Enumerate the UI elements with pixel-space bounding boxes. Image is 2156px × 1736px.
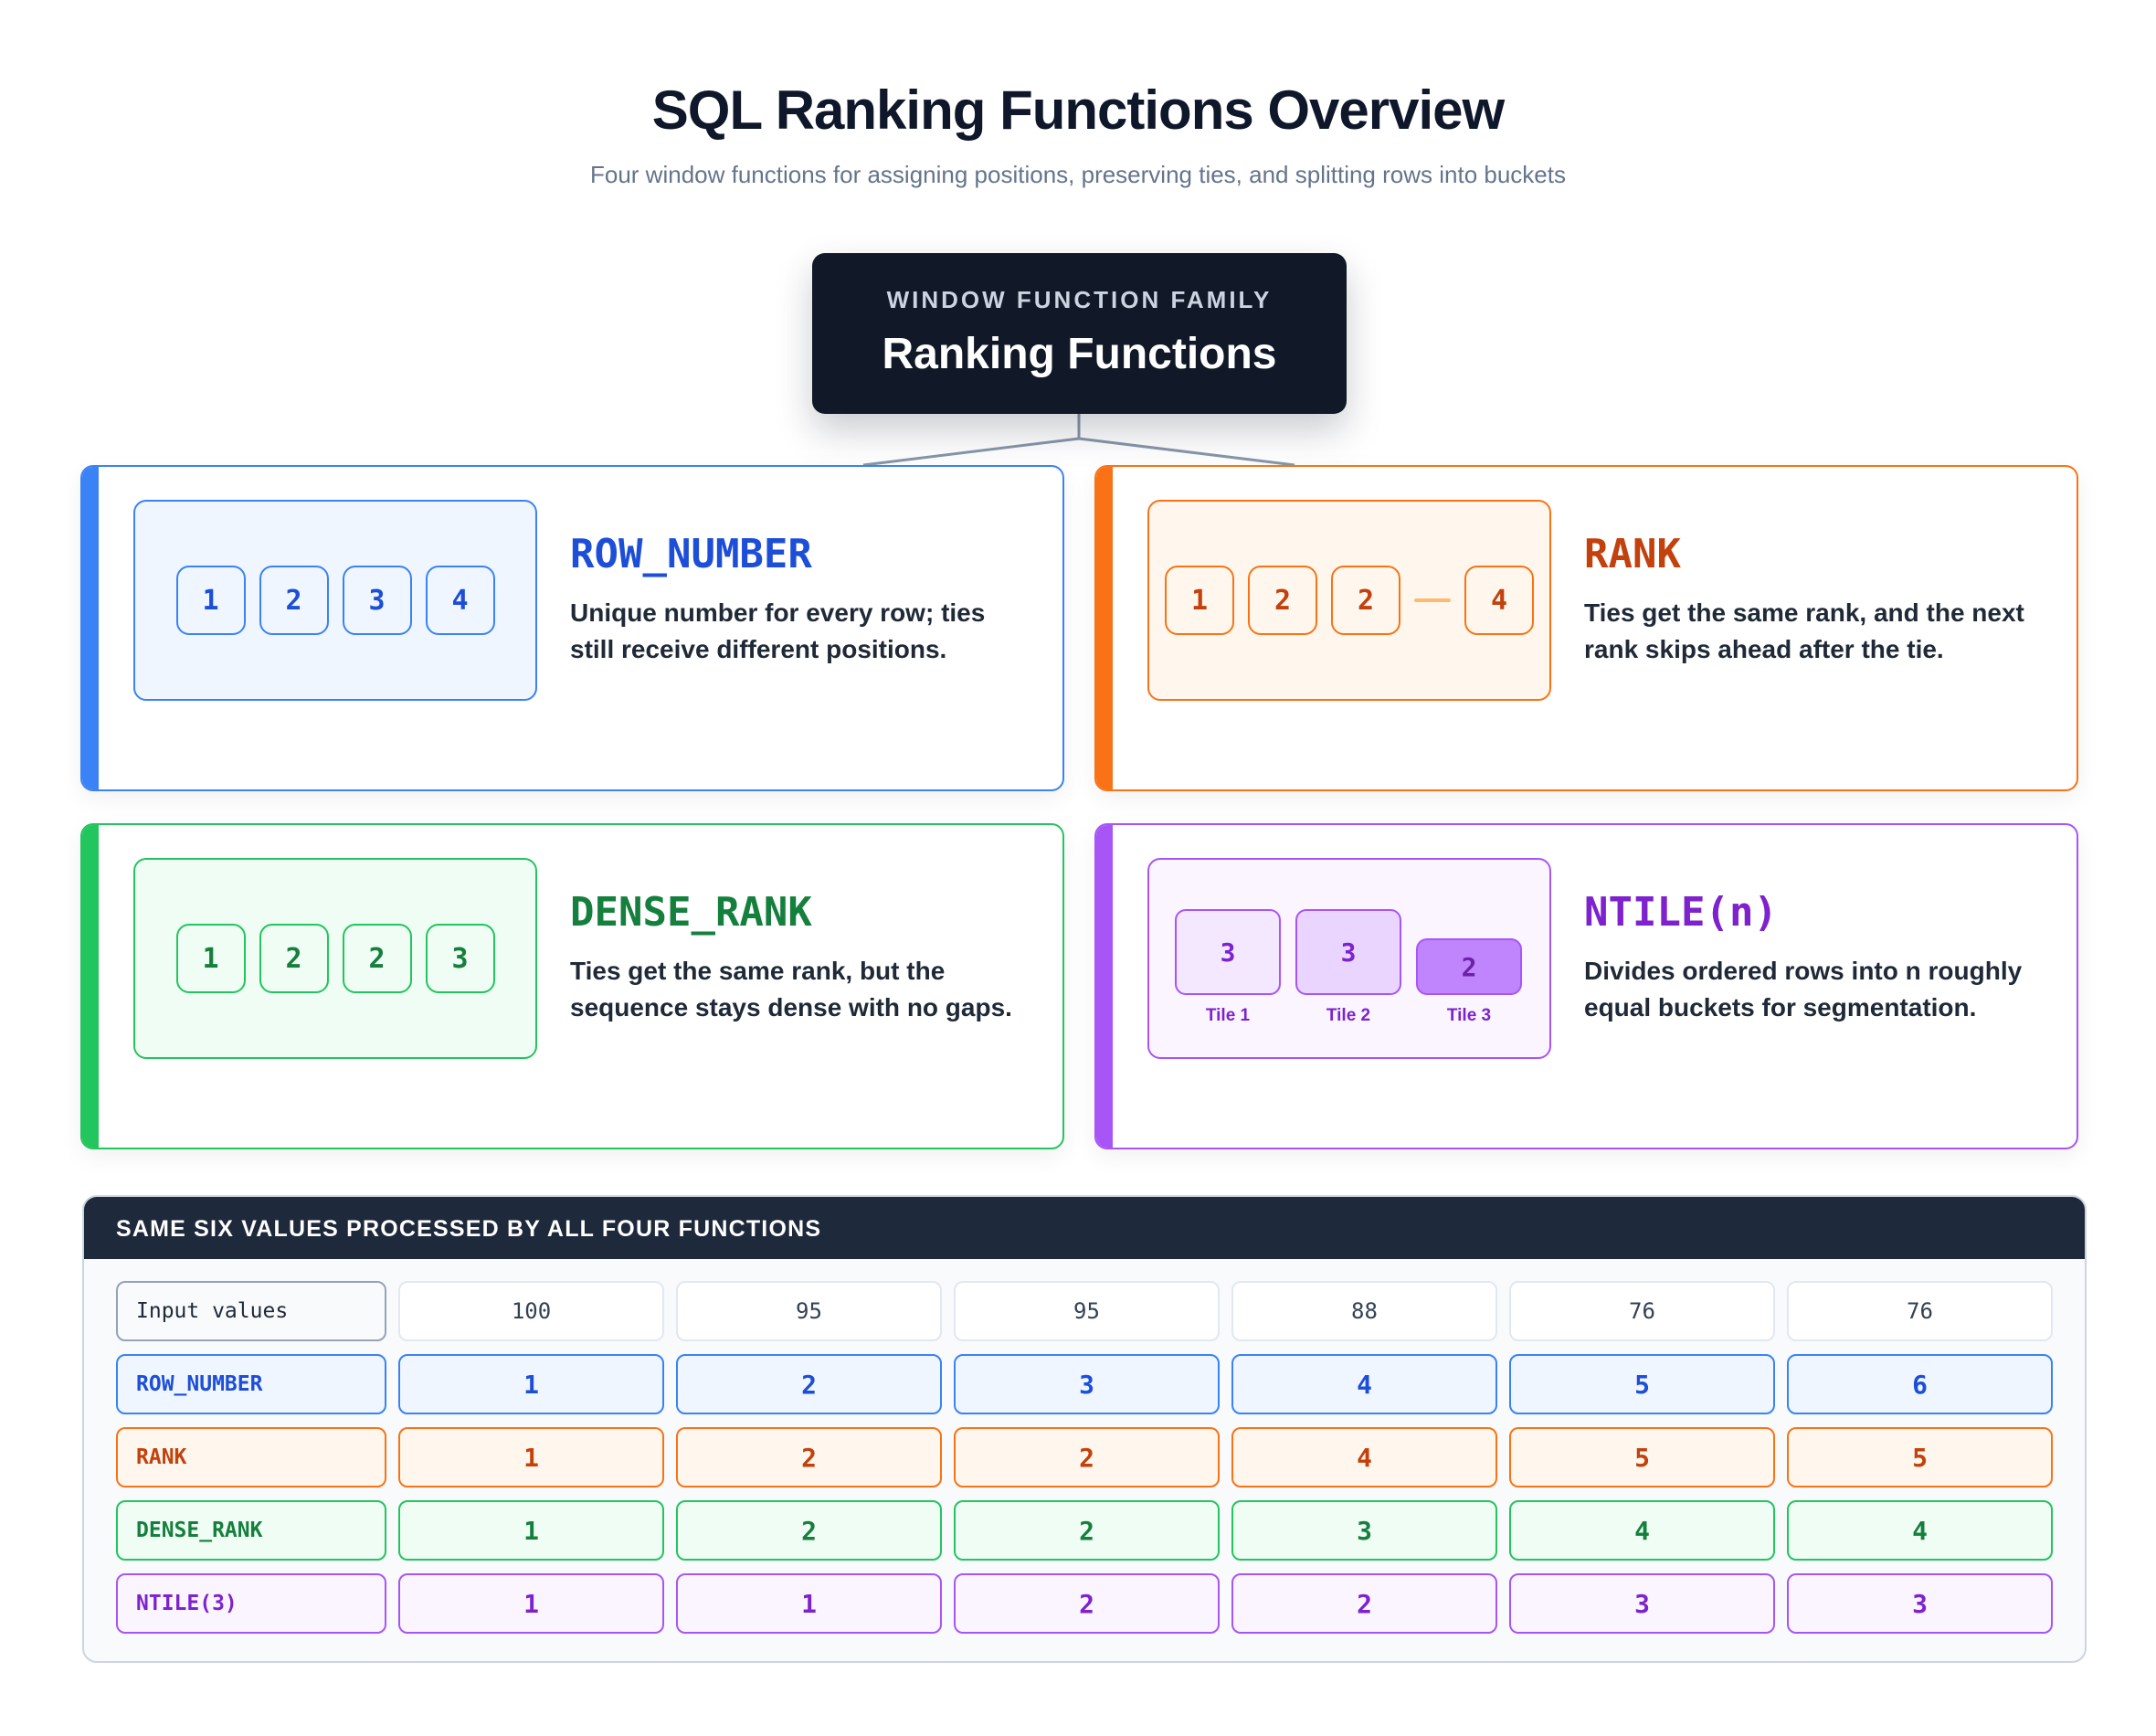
page-subtitle: Four window functions for assigning posi… bbox=[590, 161, 1566, 188]
chip: 2 bbox=[342, 924, 412, 993]
row-label: RANK bbox=[116, 1427, 386, 1487]
table-cell: 2 bbox=[676, 1500, 942, 1561]
rank-card: 1 2 2 4 RANK Ties get the same rank, and… bbox=[1094, 465, 2078, 791]
table-cell: 4 bbox=[1509, 1500, 1775, 1561]
table-cell: 5 bbox=[1509, 1354, 1775, 1414]
tile-label: Tile 1 bbox=[1205, 1006, 1251, 1025]
table-cell: 1 bbox=[398, 1573, 664, 1634]
table-cell: 76 bbox=[1787, 1281, 2053, 1341]
table-cell: 95 bbox=[676, 1281, 942, 1341]
chip: 4 bbox=[1464, 566, 1534, 635]
row-number-row: ROW_NUMBER 1 2 3 4 5 6 bbox=[116, 1354, 2053, 1414]
row-number-card: 1 2 3 4 ROW_NUMBER Unique number for eve… bbox=[80, 465, 1064, 791]
ntile-row: NTILE(3) 1 1 2 2 3 3 bbox=[116, 1573, 2053, 1634]
table-cell: 3 bbox=[1231, 1500, 1497, 1561]
table-cell: 5 bbox=[1787, 1427, 2053, 1487]
page-title: SQL Ranking Functions Overview bbox=[651, 79, 1505, 141]
table-cell: 4 bbox=[1231, 1427, 1497, 1487]
example-panel: SAME SIX VALUES PROCESSED BY ALL FOUR FU… bbox=[82, 1195, 2087, 1663]
row-label: NTILE(3) bbox=[116, 1573, 386, 1634]
chip: 2 bbox=[259, 566, 329, 635]
gap-dash bbox=[1414, 598, 1451, 602]
function-description: Divides ordered rows into n roughly equa… bbox=[1584, 957, 2023, 1021]
chip: 4 bbox=[425, 566, 495, 635]
table-cell: 95 bbox=[954, 1281, 1220, 1341]
card-accent-bar bbox=[1096, 467, 1113, 789]
row-label: DENSE_RANK bbox=[116, 1500, 386, 1561]
table-cell: 4 bbox=[1787, 1500, 2053, 1561]
table-cell: 2 bbox=[954, 1573, 1220, 1634]
table-cell: 2 bbox=[954, 1500, 1220, 1561]
tile-bucket-2: 3 bbox=[1295, 909, 1401, 995]
table-cell: 1 bbox=[398, 1500, 664, 1561]
table-cell: 3 bbox=[1509, 1573, 1775, 1634]
chip: 2 bbox=[259, 924, 329, 993]
chip: 3 bbox=[425, 924, 495, 993]
function-description: Ties get the same rank, but the sequence… bbox=[570, 957, 1012, 1021]
row-label: ROW_NUMBER bbox=[116, 1354, 386, 1414]
table-cell: 1 bbox=[676, 1573, 942, 1634]
function-name: DENSE_RANK bbox=[570, 889, 812, 936]
input-values-row: Input values 100 95 95 88 76 76 bbox=[116, 1281, 2053, 1341]
table-cell: 88 bbox=[1231, 1281, 1497, 1341]
table-cell: 2 bbox=[676, 1354, 942, 1414]
table-cell: 2 bbox=[954, 1427, 1220, 1487]
tile-label: Tile 3 bbox=[1446, 1006, 1492, 1025]
example-grid: Input values 100 95 95 88 76 76 ROW_NUMB… bbox=[116, 1281, 2053, 1646]
chip: 3 bbox=[342, 566, 412, 635]
family-node: WINDOW FUNCTION FAMILY Ranking Functions bbox=[812, 253, 1347, 414]
function-name: RANK bbox=[1584, 531, 1681, 577]
example-heading: SAME SIX VALUES PROCESSED BY ALL FOUR FU… bbox=[84, 1197, 2085, 1259]
table-cell: 1 bbox=[398, 1427, 664, 1487]
chip: 2 bbox=[1248, 566, 1317, 635]
family-name: Ranking Functions bbox=[882, 330, 1277, 378]
table-cell: 76 bbox=[1509, 1281, 1775, 1341]
chip: 1 bbox=[175, 924, 246, 993]
rank-row: RANK 1 2 2 4 5 5 bbox=[116, 1427, 2053, 1487]
function-name: NTILE(n) bbox=[1584, 889, 1778, 936]
ntile-visual: 3 3 2 Tile 1 Tile 2 Tile 3 bbox=[1147, 858, 1551, 1059]
table-cell: 3 bbox=[954, 1354, 1220, 1414]
card-accent-bar bbox=[82, 467, 99, 789]
table-cell: 2 bbox=[676, 1427, 942, 1487]
chip: 1 bbox=[175, 566, 246, 635]
chip: 1 bbox=[1165, 566, 1234, 635]
table-cell: 100 bbox=[398, 1281, 664, 1341]
dense-rank-row: DENSE_RANK 1 2 2 3 4 4 bbox=[116, 1500, 2053, 1561]
ntile-card: 3 3 2 Tile 1 Tile 2 Tile 3 NTILE(n) Divi… bbox=[1094, 823, 2078, 1149]
card-accent-bar bbox=[82, 825, 99, 1148]
family-eyebrow: WINDOW FUNCTION FAMILY bbox=[886, 286, 1273, 313]
rank-visual: 1 2 2 4 bbox=[1147, 500, 1551, 701]
table-cell: 6 bbox=[1787, 1354, 2053, 1414]
function-description: Unique number for every row; ties still … bbox=[570, 598, 986, 663]
row-number-visual: 1 2 3 4 bbox=[133, 500, 537, 701]
function-name: ROW_NUMBER bbox=[570, 531, 812, 577]
table-cell: 1 bbox=[398, 1354, 664, 1414]
table-cell: 2 bbox=[1231, 1573, 1497, 1634]
tile-bucket-1: 3 bbox=[1175, 909, 1281, 995]
table-cell: 3 bbox=[1787, 1573, 2053, 1634]
function-description: Ties get the same rank, and the next ran… bbox=[1584, 598, 2024, 663]
row-label: Input values bbox=[116, 1281, 386, 1341]
tile-bucket-3: 2 bbox=[1416, 938, 1522, 995]
card-accent-bar bbox=[1096, 825, 1113, 1148]
table-cell: 4 bbox=[1231, 1354, 1497, 1414]
tile-label: Tile 2 bbox=[1326, 1006, 1371, 1025]
dense-rank-visual: 1 2 2 3 bbox=[133, 858, 537, 1059]
table-cell: 5 bbox=[1509, 1427, 1775, 1487]
chip: 2 bbox=[1331, 566, 1400, 635]
dense-rank-card: 1 2 2 3 DENSE_RANK Ties get the same ran… bbox=[80, 823, 1064, 1149]
